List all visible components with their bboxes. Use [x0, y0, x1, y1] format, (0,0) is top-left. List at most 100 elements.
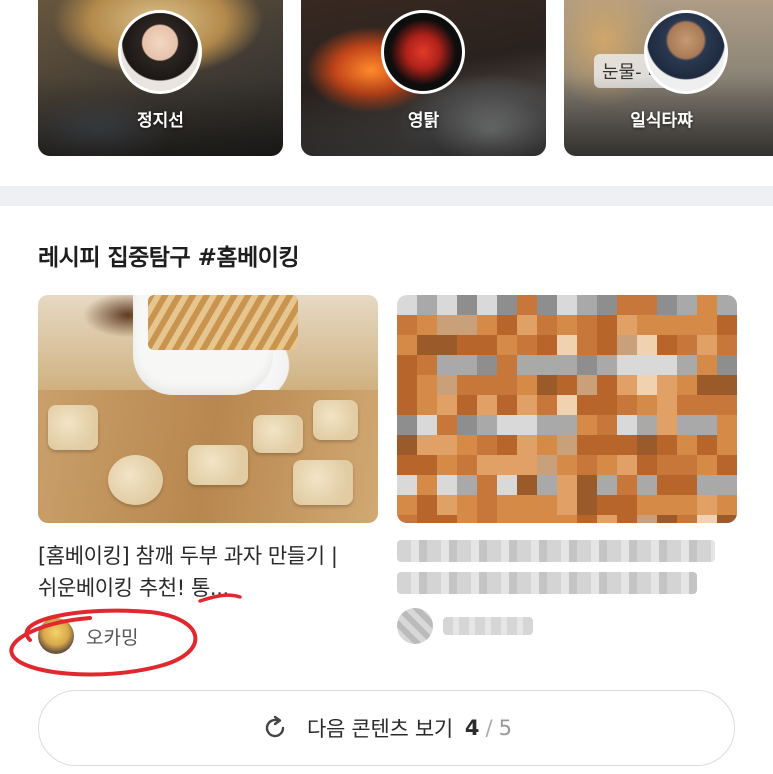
mosaic-tile [637, 335, 657, 355]
mosaic-tile [697, 515, 717, 523]
recipe-card-2[interactable] [397, 295, 737, 644]
mosaic-tile [397, 375, 417, 395]
mosaic-tile [697, 455, 717, 475]
next-content-button[interactable]: 다음 콘텐츠 보기 4 / 5 [38, 690, 735, 766]
creator-name: 영탉 [407, 111, 440, 131]
avatar [38, 618, 74, 654]
mosaic-tile [397, 455, 417, 475]
mosaic-tile [577, 355, 597, 375]
mosaic-tile [537, 395, 557, 415]
recipe-thumbnail-pixelated[interactable] [397, 295, 737, 523]
mosaic-tile [657, 455, 677, 475]
mosaic-tile [437, 455, 457, 475]
recipe-title[interactable]: [홈베이킹] 참깨 두부 과자 만들기 | 쉬운베이킹 추천! 통... [38, 540, 378, 604]
mosaic-tile [557, 395, 577, 415]
mosaic-tile [617, 455, 637, 475]
mosaic-tile [437, 495, 457, 515]
mosaic-tile [557, 515, 577, 523]
mosaic-tile [577, 515, 597, 523]
blurred-line [397, 572, 697, 594]
mosaic-tile [697, 435, 717, 455]
recipe-thumbnail[interactable] [38, 295, 378, 523]
mosaic-tile [397, 415, 417, 435]
mosaic-tile [557, 355, 577, 375]
mosaic-tile [677, 375, 697, 395]
mosaic-tile [457, 355, 477, 375]
mosaic-tile [477, 515, 497, 523]
mosaic-tile [617, 415, 637, 435]
mosaic-tile [517, 375, 537, 395]
mosaic-tile [717, 295, 737, 315]
cookie [188, 445, 248, 485]
mosaic-tile [637, 315, 657, 335]
mosaic-tile [537, 375, 557, 395]
cookie [293, 460, 353, 505]
mosaic-tile [397, 315, 417, 335]
mosaic-tile [657, 355, 677, 375]
mosaic-tile [717, 335, 737, 355]
mosaic-tile [597, 295, 617, 315]
mosaic-tile [397, 435, 417, 455]
recipe-author-blurred [397, 608, 737, 644]
mosaic-tile [597, 415, 617, 435]
creator-name: 정지선 [137, 111, 184, 131]
creator-card-3[interactable]: 눈물- 내만두 일식타쨔 [564, 0, 773, 156]
mosaic-tile [557, 455, 577, 475]
mosaic-tile [697, 415, 717, 435]
mosaic-tile [597, 475, 617, 495]
page-current: 4 [464, 716, 480, 740]
mosaic-tile [697, 315, 717, 335]
mosaic-tile [677, 475, 697, 495]
mosaic-tile [417, 295, 437, 315]
mosaic-tile [717, 375, 737, 395]
mosaic-tile [497, 515, 517, 523]
mosaic-tile [457, 315, 477, 335]
mosaic-tile [517, 475, 537, 495]
mosaic-tile [617, 375, 637, 395]
mosaic-tile [577, 455, 597, 475]
mosaic-tile [417, 415, 437, 435]
mosaic-tile [637, 375, 657, 395]
mosaic-tile [417, 495, 437, 515]
mosaic-tile [517, 355, 537, 375]
mosaic-tile [657, 375, 677, 395]
mosaic-tile [457, 435, 477, 455]
page-separator: / [485, 716, 493, 740]
mosaic-tile [417, 475, 437, 495]
mosaic-tile [617, 355, 637, 375]
mosaic-tile [577, 335, 597, 355]
next-content-label: 다음 콘텐츠 보기 [307, 717, 453, 741]
mosaic-tile [677, 515, 697, 523]
mosaic-tile [717, 395, 737, 415]
mosaic-tile [617, 495, 637, 515]
mosaic-tile [637, 295, 657, 315]
mosaic-tile [557, 475, 577, 495]
mosaic-tile [457, 495, 477, 515]
mosaic-tile [617, 335, 637, 355]
mosaic-tile [697, 475, 717, 495]
mosaic-tile [537, 515, 557, 523]
mosaic-tile [477, 315, 497, 335]
mosaic-tile [437, 435, 457, 455]
mosaic-tile [437, 295, 457, 315]
creator-card-1[interactable]: 정지선 [38, 0, 283, 156]
mosaic-tile [717, 415, 737, 435]
mosaic-tile [437, 315, 457, 335]
page: 정지선 영탉 눈물- 내만두 일식타쨔 레시피 집중탐구 #홈베이킹 [0, 0, 773, 774]
recipe-card-1[interactable]: [홈베이킹] 참깨 두부 과자 만들기 | 쉬운베이킹 추천! 통... 오카밍 [38, 295, 378, 654]
mosaic-tile [517, 395, 537, 415]
creator-card-2[interactable]: 영탉 [301, 0, 546, 156]
pixel-mosaic [397, 295, 737, 523]
mosaic-tile [397, 495, 417, 515]
mosaic-tile [657, 515, 677, 523]
recipe-author[interactable]: 오카밍 [38, 618, 378, 654]
creator-carousel: 정지선 영탉 눈물- 내만두 일식타쨔 [0, 0, 773, 160]
mosaic-tile [657, 495, 677, 515]
mosaic-tile [517, 295, 537, 315]
mosaic-tile [617, 475, 637, 495]
mosaic-tile [617, 395, 637, 415]
mosaic-tile [637, 355, 657, 375]
mosaic-tile [437, 475, 457, 495]
mosaic-tile [717, 355, 737, 375]
mosaic-tile [457, 295, 477, 315]
